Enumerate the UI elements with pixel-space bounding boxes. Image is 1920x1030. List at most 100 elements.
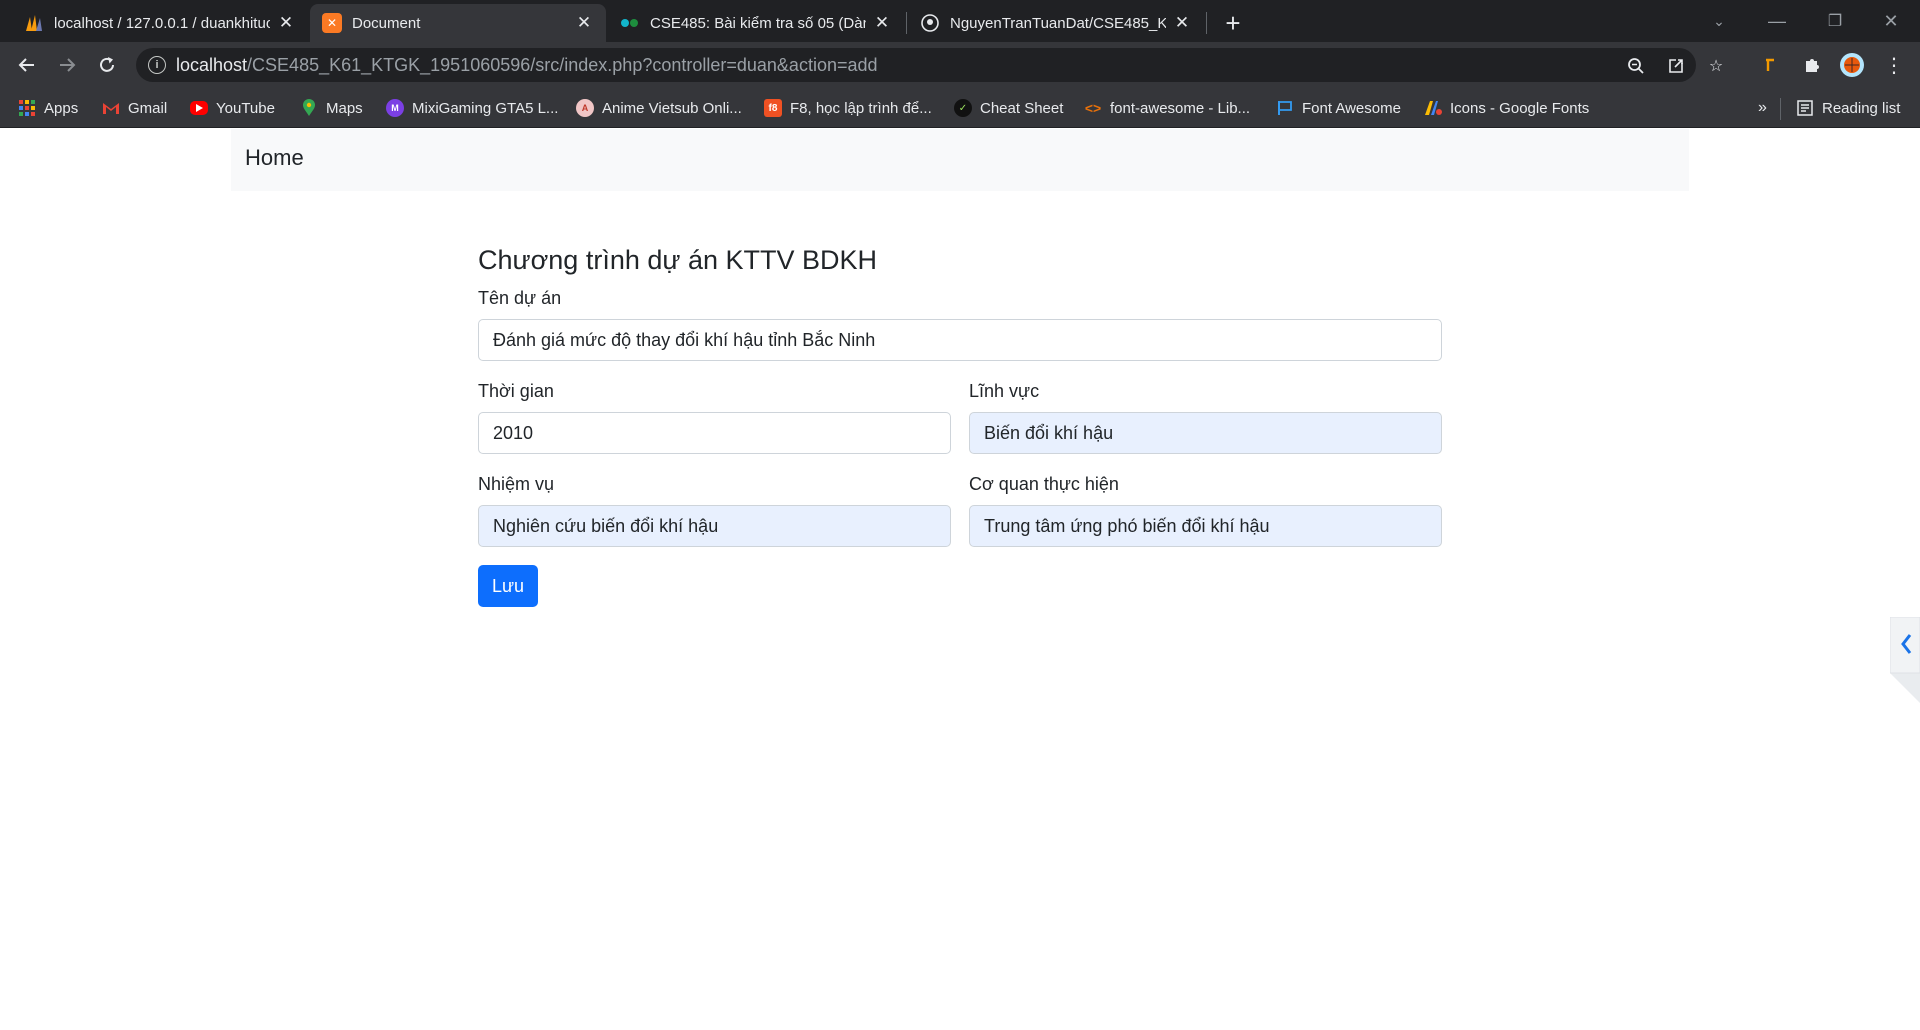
- bookmarks-separator: [1780, 98, 1781, 120]
- tab-github[interactable]: NguyenTranTuanDat/CSE485_K6 ✕: [908, 4, 1204, 42]
- nhiem-vu-label: Nhiệm vụ: [478, 474, 555, 494]
- tab-search-icon[interactable]: ⌄: [1690, 0, 1748, 42]
- reading-list-label: Reading list: [1822, 99, 1901, 117]
- bookmark-youtube[interactable]: YouTube: [190, 96, 275, 120]
- close-tab-icon[interactable]: ✕: [872, 13, 892, 33]
- anime-icon: A: [576, 99, 594, 117]
- tab-title: CSE485: Bài kiểm tra số 05 (Dành: [650, 14, 866, 32]
- flag-icon: [1276, 99, 1294, 117]
- bookmark-star-icon[interactable]: ☆: [1706, 56, 1726, 76]
- nhiem-vu-group: Nhiệm vụ: [478, 474, 951, 547]
- top-navbar: Home: [231, 129, 1689, 191]
- bookmark-label: Gmail: [128, 99, 168, 117]
- tab-strip: localhost / 127.0.0.1 / duankhituo ✕ ✕ D…: [0, 0, 1920, 42]
- close-tab-icon[interactable]: ✕: [574, 13, 594, 33]
- maps-icon: [300, 99, 318, 117]
- reading-list-icon: [1796, 99, 1814, 117]
- more-bookmarks-button[interactable]: »: [1758, 96, 1767, 120]
- tab-title: Document: [352, 14, 421, 32]
- tab-title: localhost / 127.0.0.1 / duankhituo: [54, 14, 270, 32]
- extensions-puzzle-icon[interactable]: [1796, 49, 1828, 81]
- bookmark-label: Font Awesome: [1302, 99, 1401, 117]
- save-button[interactable]: Lưu: [478, 565, 539, 607]
- bookmark-label: font-awesome - Lib...: [1110, 99, 1251, 117]
- tab-title: NguyenTranTuanDat/CSE485_K6: [950, 14, 1166, 32]
- linh-vuc-group: Lĩnh vực: [969, 381, 1442, 454]
- phpmyadmin-icon: [24, 13, 44, 33]
- page-content: Home Chương trình dự án KTTV BDKH Tên dự…: [0, 129, 1920, 1030]
- reload-button[interactable]: [91, 49, 123, 81]
- back-button[interactable]: [11, 49, 43, 81]
- github-icon: [920, 13, 940, 33]
- close-tab-icon[interactable]: ✕: [1172, 13, 1192, 33]
- bookmark-maps[interactable]: Maps: [300, 96, 363, 120]
- bookmark-label: Anime Vietsub Onli...: [602, 99, 742, 117]
- thoi-gian-group: Thời gian: [478, 381, 951, 454]
- share-icon[interactable]: [1666, 56, 1686, 76]
- bookmark-label: Apps: [44, 99, 79, 117]
- bookmark-label: MixiGaming GTA5 L...: [412, 99, 559, 117]
- nhiem-vu-input[interactable]: [478, 505, 951, 547]
- tab-document[interactable]: ✕ Document ✕: [310, 4, 606, 42]
- bookmark-google-fonts[interactable]: Icons - Google Fonts: [1424, 96, 1589, 120]
- code-icon: <>: [1084, 100, 1102, 116]
- bookmark-anime-vietsub[interactable]: A Anime Vietsub Onli...: [576, 96, 742, 120]
- zoom-icon[interactable]: [1626, 56, 1646, 76]
- bookmark-label: Icons - Google Fonts: [1450, 99, 1590, 117]
- linh-vuc-input[interactable]: [969, 412, 1442, 454]
- site-info-icon[interactable]: i: [148, 56, 166, 74]
- course-icon: [620, 13, 640, 33]
- bookmark-label: YouTube: [216, 99, 275, 117]
- bookmark-label: Maps: [326, 99, 363, 117]
- apps-grid-icon: [18, 99, 36, 117]
- google-fonts-icon: [1424, 99, 1442, 117]
- tab-separator: [906, 12, 907, 34]
- chrome-menu-icon[interactable]: ⋮: [1878, 49, 1910, 81]
- co-quan-label: Cơ quan thực hiện: [969, 474, 1119, 494]
- profile-avatar[interactable]: [1836, 49, 1868, 81]
- linh-vuc-label: Lĩnh vực: [969, 381, 1040, 401]
- tab-phpmyadmin[interactable]: localhost / 127.0.0.1 / duankhituo ✕: [12, 4, 308, 42]
- bookmarks-bar: Apps Gmail YouTube Maps M MixiGaming GTA…: [0, 88, 1920, 128]
- ten-du-an-label: Tên dự án: [478, 288, 562, 308]
- page-title: Chương trình dự án KTTV BDKH: [478, 245, 878, 275]
- close-tab-icon[interactable]: ✕: [276, 13, 296, 33]
- gmail-icon: [102, 99, 120, 117]
- thoi-gian-label: Thời gian: [478, 381, 554, 401]
- home-link[interactable]: Home: [245, 145, 304, 171]
- url-text: localhost/CSE485_K61_KTGK_1951060596/src…: [176, 54, 878, 75]
- close-window-icon[interactable]: ✕: [1862, 0, 1920, 42]
- bookmark-font-awesome-lib[interactable]: <> font-awesome - Lib...: [1084, 96, 1250, 120]
- co-quan-input[interactable]: [969, 505, 1442, 547]
- bookmark-apps[interactable]: Apps: [18, 96, 78, 120]
- form-row-2: Nhiệm vụ Cơ quan thực hiện: [478, 474, 1442, 547]
- form-row-1: Thời gian Lĩnh vực: [478, 381, 1442, 454]
- extension-tag-icon[interactable]: [1756, 49, 1788, 81]
- ten-du-an-input[interactable]: [478, 319, 1442, 361]
- xampp-icon: ✕: [322, 13, 342, 33]
- youtube-icon: [190, 101, 208, 115]
- reading-list-button[interactable]: Reading list: [1796, 96, 1900, 120]
- tab-cse485-quiz[interactable]: CSE485: Bài kiểm tra số 05 (Dành ✕: [608, 4, 904, 42]
- restore-icon[interactable]: ❐: [1806, 0, 1864, 42]
- bookmark-label: F8, học lập trình để...: [790, 99, 932, 117]
- co-quan-group: Cơ quan thực hiện: [969, 474, 1442, 547]
- new-tab-button[interactable]: +: [1218, 8, 1248, 38]
- minimize-icon[interactable]: —: [1748, 0, 1806, 42]
- browser-toolbar: i localhost/CSE485_K61_KTGK_1951060596/s…: [0, 42, 1920, 88]
- bookmark-font-awesome[interactable]: Font Awesome: [1276, 96, 1401, 120]
- side-panel-handle[interactable]: [1889, 616, 1920, 703]
- cheatsheet-icon: ✓: [954, 99, 972, 117]
- mixigaming-icon: M: [386, 99, 404, 117]
- f8-icon: f8: [764, 99, 782, 117]
- forward-button[interactable]: [51, 49, 83, 81]
- thoi-gian-input[interactable]: [478, 412, 951, 454]
- project-form: Chương trình dự án KTTV BDKH Tên dự án T…: [478, 245, 1442, 607]
- bookmark-label: Cheat Sheet: [980, 99, 1064, 117]
- address-bar[interactable]: i localhost/CSE485_K61_KTGK_1951060596/s…: [136, 48, 1723, 82]
- bookmark-mixigaming[interactable]: M MixiGaming GTA5 L...: [386, 96, 558, 120]
- bookmark-f8[interactable]: f8 F8, học lập trình để...: [764, 96, 932, 120]
- bookmark-cheat-sheet[interactable]: ✓ Cheat Sheet: [954, 96, 1063, 120]
- bookmark-gmail[interactable]: Gmail: [102, 96, 167, 120]
- tab-separator: [1206, 12, 1207, 34]
